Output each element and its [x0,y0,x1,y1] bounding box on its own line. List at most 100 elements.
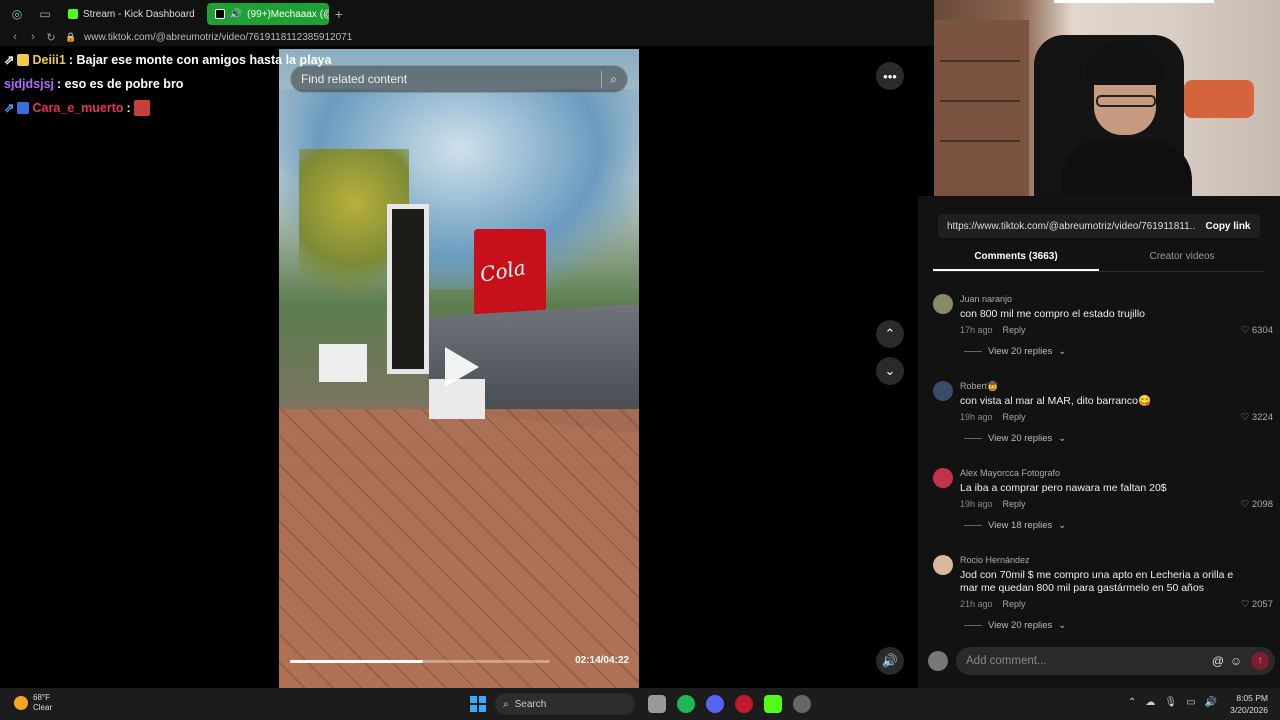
video-scene [387,204,429,374]
comment-item: Robert🤠 con vista al mar al MAR, dito ba… [933,379,1275,466]
badge-icon: ⇗ [4,101,15,115]
back-icon[interactable]: ‹ [6,31,24,43]
comment-list: Juan naranjo con 800 mil me compro el es… [933,292,1275,632]
like-count[interactable]: ♡ 6304 [1241,325,1273,336]
tab-tiktok[interactable]: 🔊 (99+)Mechaaax (@me [206,3,329,25]
fridge-logo: Cola [478,255,528,287]
opera-icon[interactable] [735,695,753,713]
obs-icon[interactable] [793,695,811,713]
chevron-up-icon[interactable]: ⌃ [876,320,904,348]
tab-creator-videos[interactable]: Creator videos [1099,246,1265,271]
avatar[interactable] [933,468,953,488]
divider [964,438,982,439]
comment-time: 21h ago [960,599,993,609]
clock[interactable]: 8:05 PM 3/20/2026 [1230,692,1268,716]
cloud-icon[interactable]: ☁ [1145,697,1155,708]
chevron-down-icon: ⌄ [1058,620,1067,631]
comment-item: Alex Mayorcca Fotografo La iba a comprar… [933,466,1275,553]
like-count[interactable]: ♡ 2057 [1241,599,1273,610]
forward-icon[interactable]: › [24,31,42,43]
emoji-icon[interactable]: ☺ [1227,654,1245,668]
tab-groups-icon[interactable]: ▭ [34,3,56,25]
site-info-icon[interactable]: 🔒 [64,32,78,43]
comment-time: 19h ago [960,499,993,509]
copy-link-button[interactable]: Copy link [1196,221,1260,232]
likes-value: 2057 [1251,599,1273,610]
microphone-icon[interactable]: 🎙 [1164,697,1177,708]
speaker-icon[interactable]: 🔊 [230,9,242,20]
reply-button[interactable]: Reply [1003,499,1026,509]
add-comment-row: Add comment... @ ☺ ↑ [928,647,1275,675]
add-comment-placeholder: Add comment... [966,655,1047,667]
weather-icon [14,696,28,710]
view-replies-button[interactable]: View 20 replies ⌄ [964,433,1066,444]
more-options-icon[interactable]: ••• [876,62,904,90]
add-comment-input[interactable]: Add comment... @ ☺ ↑ [956,647,1275,675]
send-icon[interactable]: ↑ [1251,652,1269,670]
discord-icon[interactable] [706,695,724,713]
browser-logo-icon[interactable]: ◎ [6,3,28,25]
comment-author[interactable]: Rocio Hernández [960,555,1030,565]
tab-kick-dashboard[interactable]: Stream - Kick Dashboard [60,3,203,25]
reply-button[interactable]: Reply [1003,599,1026,609]
volume-icon[interactable]: 🔊 [1205,697,1217,708]
url-field[interactable]: www.tiktok.com/@abreumotriz/video/761911… [84,32,352,43]
mention-icon[interactable]: @ [1209,654,1227,668]
chevron-up-icon[interactable]: ⌃ [1128,697,1136,708]
chevron-down-icon[interactable]: ⌄ [876,357,904,385]
volume-icon[interactable]: 🔊 [876,647,904,675]
view-replies-button[interactable]: View 20 replies ⌄ [964,620,1066,631]
tab-comments[interactable]: Comments (3663) [933,246,1099,271]
avatar[interactable] [933,294,953,314]
heart-icon[interactable]: ♡ [1241,325,1250,336]
start-icon[interactable] [470,696,486,712]
video-player[interactable]: Cola Find related content ⌕ 02:14/04:22 [279,49,639,689]
view-replies-button[interactable]: View 20 replies ⌄ [964,346,1066,357]
webcam-scene [1062,140,1192,196]
comment-author[interactable]: Robert🤠 [960,381,998,392]
search-icon[interactable]: ⌕ [610,72,617,87]
share-url[interactable]: https://www.tiktok.com/@abreumotriz/vide… [947,221,1196,232]
chat-username: sjdjdsjsj [4,77,55,91]
badge-icon: ⇗ [4,53,15,67]
subscriber-badge-icon [17,102,30,114]
weather-widget[interactable]: 68°F Clear [14,693,52,713]
reply-button[interactable]: Reply [1003,412,1026,422]
panel-tabs: Comments (3663) Creator videos [933,246,1265,272]
kick-icon[interactable] [764,695,782,713]
avatar[interactable] [933,381,953,401]
subscriber-badge-icon [17,54,30,66]
spotify-icon[interactable] [677,695,695,713]
reload-icon[interactable]: ↻ [42,31,60,44]
heart-icon[interactable]: ♡ [1241,599,1250,610]
comment-time: 19h ago [960,412,993,422]
like-count[interactable]: ♡ 3224 [1241,412,1273,423]
heart-icon[interactable]: ♡ [1241,412,1250,423]
file-explorer-icon[interactable] [648,695,666,713]
divider [964,625,982,626]
comment-text: Jod con 70mil $ me compro una apto en Le… [960,569,1234,594]
comment-text: con vista al mar al MAR, dito barranco😋 [960,395,1152,407]
display-icon[interactable]: ▭ [1186,697,1195,708]
avatar[interactable] [933,555,953,575]
comment-author[interactable]: Alex Mayorcca Fotografo [960,468,1060,478]
comment-author[interactable]: Juan naranjo [960,294,1012,304]
comment-text: con 800 mil me compro el estado trujillo [960,308,1146,320]
likes-value: 6304 [1251,325,1273,336]
video-progress-bar[interactable] [290,660,550,663]
related-search-input[interactable]: Find related content ⌕ [290,65,628,93]
comment-meta: 19h ago Reply [960,412,1026,422]
like-count[interactable]: ♡ 2098 [1241,499,1273,510]
divider [964,351,982,352]
video-scene [319,344,367,382]
system-tray: ⌃ ☁ 🎙 ▭ 🔊 [1128,697,1217,708]
heart-icon[interactable]: ♡ [1241,499,1250,510]
taskbar-search[interactable]: ⌕ Search [495,693,635,715]
new-tab-button[interactable]: + [335,6,343,22]
view-replies-button[interactable]: View 18 replies ⌄ [964,520,1066,531]
avatar [928,651,948,671]
play-icon[interactable] [445,347,479,387]
reply-button[interactable]: Reply [1003,325,1026,335]
webcam-feed [934,0,1280,196]
likes-value: 3224 [1251,412,1273,423]
